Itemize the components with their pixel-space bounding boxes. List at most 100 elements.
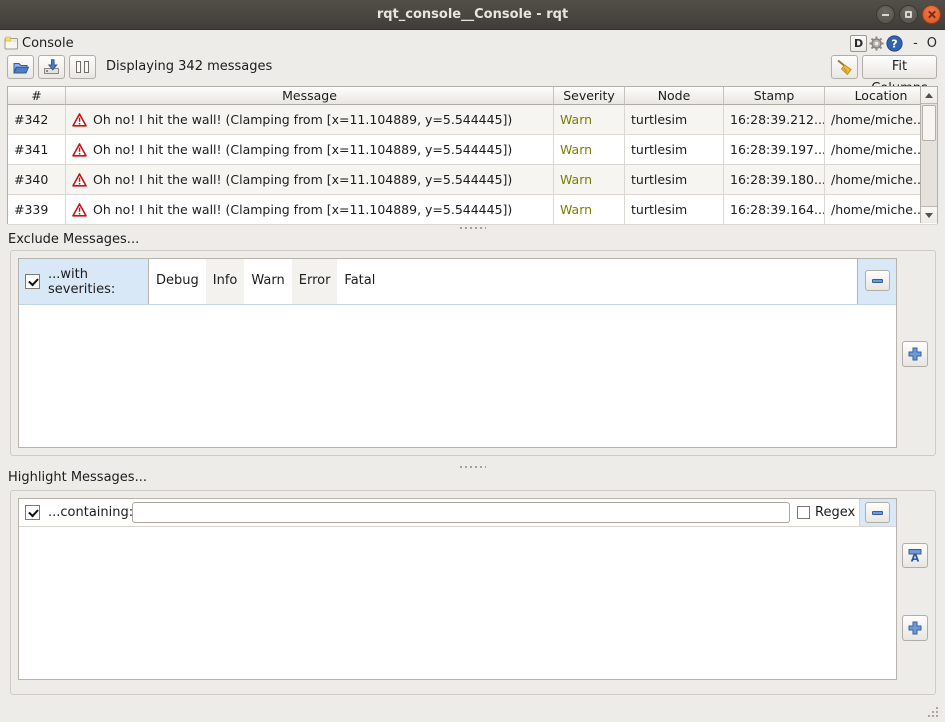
table-row[interactable]: #341 Oh no! I hit the wall! (Clamping fr… <box>8 135 937 165</box>
pause-button[interactable] <box>69 55 96 79</box>
resize-grip-icon <box>936 715 938 717</box>
column-header-severity[interactable]: Severity <box>554 87 625 105</box>
table-scrollbar[interactable] <box>920 87 937 223</box>
column-header-index[interactable]: # <box>8 87 66 105</box>
svg-text:A: A <box>911 552 920 564</box>
dock-title: Console <box>22 36 74 52</box>
exclude-enabled-checkbox[interactable] <box>25 274 40 289</box>
fit-columns-button[interactable]: Fit Columns <box>862 55 937 79</box>
warning-icon <box>72 173 87 187</box>
highlight-filter-list: ...containing: Regex <box>18 498 897 680</box>
scroll-up-button[interactable] <box>921 87 937 104</box>
severity-option-error[interactable]: Error <box>292 259 338 304</box>
severity-option-debug[interactable]: Debug <box>149 259 206 304</box>
cell-node: turtlesim <box>625 165 724 194</box>
message-text: Oh no! I hit the wall! (Clamping from [x… <box>93 165 512 194</box>
cell-stamp: 16:28:39.197... <box>724 135 825 164</box>
cell-node: turtlesim <box>625 105 724 134</box>
highlight-color-button[interactable]: A <box>902 543 928 568</box>
rqt-window: rqt_console__Console - rqt Console D ? -… <box>0 0 945 722</box>
cell-stamp: 16:28:39.180... <box>724 165 825 194</box>
message-count-status: Displaying 342 messages <box>106 55 272 79</box>
table-row[interactable]: #340 Oh no! I hit the wall! (Clamping fr… <box>8 165 937 195</box>
highlight-group: ...containing: Regex A <box>10 490 936 695</box>
column-header-stamp[interactable]: Stamp <box>724 87 825 105</box>
dock-close-button[interactable]: O <box>927 36 937 51</box>
remove-exclude-filter-button[interactable] <box>865 270 890 291</box>
splitter-handle[interactable] <box>0 463 945 470</box>
pause-icon <box>76 61 89 73</box>
plus-icon <box>908 347 922 361</box>
cell-id: #341 <box>8 135 66 164</box>
highlight-filter-label: ...containing: <box>48 505 133 520</box>
regex-checkbox[interactable] <box>797 506 810 519</box>
warning-icon <box>72 203 87 217</box>
maximize-icon <box>905 11 912 18</box>
cell-stamp: 16:28:39.164... <box>724 195 825 224</box>
save-messages-button[interactable] <box>38 55 65 79</box>
severity-list: Debug Info Warn Error Fatal <box>148 259 858 304</box>
cell-message: Oh no! I hit the wall! (Clamping from [x… <box>66 135 554 164</box>
add-exclude-filter-button[interactable] <box>902 341 928 367</box>
window-resize-grip[interactable] <box>924 703 938 717</box>
close-button[interactable] <box>922 5 941 24</box>
help-icon[interactable]: ? <box>886 35 903 52</box>
exclude-severity-filter-row[interactable]: ...with severities: Debug Info Warn Erro… <box>19 259 896 305</box>
table-row[interactable]: #342 Oh no! I hit the wall! (Clamping fr… <box>8 105 937 135</box>
cell-severity: Warn <box>554 105 625 134</box>
minimize-button[interactable] <box>876 5 895 24</box>
exclude-filter-label: ...with severities: <box>48 267 148 297</box>
highlight-a-icon: A <box>907 548 923 563</box>
cell-node: turtlesim <box>625 195 724 224</box>
cell-stamp: 16:28:39.212... <box>724 105 825 134</box>
titlebar[interactable]: rqt_console__Console - rqt <box>0 0 945 30</box>
minimize-icon <box>882 14 889 16</box>
warning-icon <box>72 143 87 157</box>
severity-option-fatal[interactable]: Fatal <box>337 259 382 304</box>
table-row[interactable]: #339 Oh no! I hit the wall! (Clamping fr… <box>8 195 937 225</box>
highlight-section-label: Highlight Messages... <box>8 470 147 485</box>
scrollbar-thumb[interactable] <box>922 105 936 141</box>
highlight-text-input[interactable] <box>132 502 790 523</box>
table-header: # Message Severity Node Stamp Location <box>8 87 937 105</box>
dock-undock-button[interactable]: - <box>913 36 918 51</box>
column-header-message[interactable]: Message <box>66 87 554 105</box>
column-header-node[interactable]: Node <box>625 87 724 105</box>
exclude-group: ...with severities: Debug Info Warn Erro… <box>10 250 936 456</box>
exclude-filter-list: ...with severities: Debug Info Warn Erro… <box>18 258 897 448</box>
exclude-section-label: Exclude Messages... <box>8 232 139 247</box>
cell-node: turtlesim <box>625 135 724 164</box>
severity-option-info[interactable]: Info <box>206 259 245 304</box>
highlight-containing-filter-row[interactable]: ...containing: Regex <box>19 499 896 527</box>
save-download-icon <box>43 59 60 75</box>
arrow-down-icon <box>925 213 933 218</box>
scroll-down-button[interactable] <box>921 206 937 223</box>
remove-highlight-filter-button[interactable] <box>865 502 890 523</box>
regex-label: Regex <box>815 505 855 520</box>
splitter-handle[interactable] <box>0 224 945 231</box>
minus-icon <box>872 279 883 283</box>
splitter-dots-icon <box>460 227 486 229</box>
broom-icon <box>835 58 854 76</box>
splitter-dots-icon <box>460 466 486 468</box>
cell-severity: Warn <box>554 195 625 224</box>
message-text: Oh no! I hit the wall! (Clamping from [x… <box>93 105 512 134</box>
message-text: Oh no! I hit the wall! (Clamping from [x… <box>93 195 512 224</box>
maximize-button[interactable] <box>899 5 918 24</box>
window-controls <box>876 5 941 24</box>
dock-d-button[interactable]: D <box>850 35 867 52</box>
arrow-up-icon <box>925 93 933 98</box>
plus-icon <box>908 621 922 635</box>
cell-message: Oh no! I hit the wall! (Clamping from [x… <box>66 165 554 194</box>
clear-messages-button[interactable] <box>831 55 858 79</box>
cell-message: Oh no! I hit the wall! (Clamping from [x… <box>66 105 554 134</box>
highlight-enabled-checkbox[interactable] <box>25 505 40 520</box>
cell-severity: Warn <box>554 165 625 194</box>
load-messages-button[interactable] <box>7 55 34 79</box>
cell-message: Oh no! I hit the wall! (Clamping from [x… <box>66 195 554 224</box>
severity-option-warn[interactable]: Warn <box>244 259 291 304</box>
cell-severity: Warn <box>554 135 625 164</box>
message-table: # Message Severity Node Stamp Location #… <box>7 86 938 224</box>
add-highlight-filter-button[interactable] <box>902 615 928 641</box>
settings-gear-icon[interactable] <box>868 35 885 52</box>
